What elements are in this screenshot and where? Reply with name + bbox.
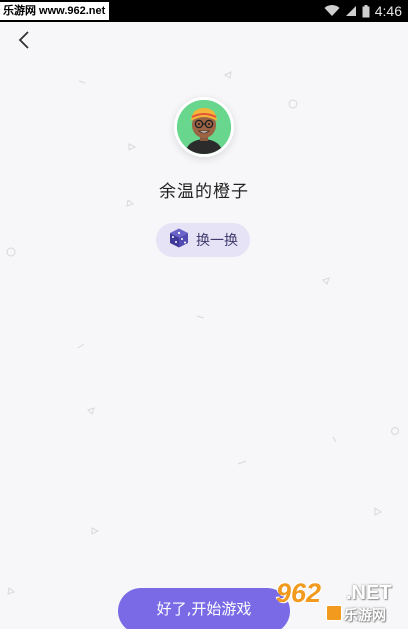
shuffle-button[interactable]: 换一换 bbox=[156, 223, 250, 257]
status-icons: 4:46 bbox=[324, 0, 402, 22]
back-button[interactable] bbox=[11, 29, 37, 55]
cartoon-avatar-icon bbox=[177, 100, 231, 154]
dice-icon bbox=[168, 227, 190, 253]
watermark-suffix: .NET bbox=[346, 582, 392, 604]
chevron-left-icon bbox=[18, 31, 30, 53]
start-game-button[interactable]: 好了,开始游戏 bbox=[118, 588, 290, 629]
watermark-bottom: 962 .NET 乐游网 bbox=[274, 578, 404, 626]
nickname: 余温的橙子 bbox=[159, 182, 249, 202]
start-game-label: 好了,开始游戏 bbox=[156, 599, 252, 618]
shuffle-label: 换一换 bbox=[196, 233, 238, 249]
watermark-logo-icon bbox=[326, 605, 342, 621]
watermark-name: 乐游网 bbox=[344, 608, 386, 624]
clock: 4:46 bbox=[374, 3, 402, 19]
signal-icon bbox=[345, 5, 357, 17]
battery-icon bbox=[362, 4, 370, 18]
avatar[interactable] bbox=[174, 97, 234, 157]
wifi-icon bbox=[324, 5, 340, 17]
status-bar: 乐游网 www.962.net 4:46 bbox=[0, 0, 408, 22]
watermark-top: 乐游网 www.962.net bbox=[0, 2, 110, 20]
